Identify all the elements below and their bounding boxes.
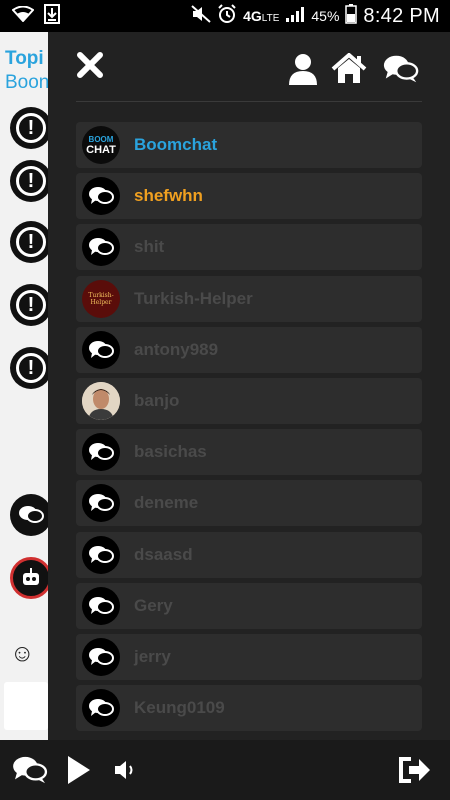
- bot-avatar-icon: [10, 557, 52, 599]
- chat-bubbles-icon[interactable]: [10, 752, 50, 788]
- chat-bubbles-icon: [10, 494, 52, 536]
- turkish-helper-logo-icon: Turkish-Helper: [82, 280, 120, 318]
- user-list-item[interactable]: Keung0109: [76, 685, 422, 731]
- battery-percent: 45%: [311, 8, 340, 24]
- user-name: dsaasd: [134, 545, 193, 564]
- user-list-item[interactable]: shit: [76, 224, 422, 270]
- battery-icon: [345, 4, 358, 28]
- user-name: banjo: [134, 391, 180, 410]
- home-icon[interactable]: [330, 52, 368, 86]
- clock: 8:42 PM: [363, 4, 440, 27]
- logo-text: CHAT: [86, 143, 116, 156]
- user-list-item[interactable]: dsaasd: [76, 532, 422, 578]
- chat-bubbles-icon: [82, 228, 120, 266]
- close-icon[interactable]: [76, 50, 106, 84]
- user-name: Keung0109: [134, 698, 225, 717]
- status-bar: 4GLTE 45% 8:42 PM: [0, 0, 450, 32]
- header-divider: [76, 101, 422, 102]
- user-name: Gery: [134, 596, 173, 615]
- chat-bubbles-icon: [82, 689, 120, 727]
- wifi-icon: [11, 5, 35, 26]
- user-name: antony989: [134, 340, 219, 359]
- chat-bubbles-icon: [82, 638, 120, 676]
- alert-icon: !: [10, 221, 52, 263]
- user-list-item[interactable]: antony989: [76, 327, 422, 373]
- user-name: shit: [134, 237, 165, 256]
- user-icon[interactable]: [284, 52, 322, 86]
- user-list-item[interactable]: deneme: [76, 480, 422, 526]
- alert-icon: !: [10, 160, 52, 202]
- alert-icon: !: [10, 107, 52, 149]
- user-list-item[interactable]: basichas: [76, 429, 422, 475]
- emoji-icon[interactable]: ☺: [10, 640, 35, 668]
- signal-icon: [285, 5, 305, 27]
- user-list-item[interactable]: Turkish-Helper Turkish-Helper: [76, 276, 422, 322]
- bottom-toolbar: [0, 740, 450, 800]
- chat-bubbles-icon: [82, 177, 120, 215]
- topic-label: Topi: [5, 48, 44, 69]
- boomchat-logo-icon: BOOM CHAT: [82, 126, 120, 164]
- mute-icon: [191, 5, 211, 27]
- user-photo-avatar: [82, 382, 120, 420]
- user-name: Boomchat: [134, 135, 218, 154]
- download-icon: [44, 4, 60, 28]
- alert-icon: !: [10, 347, 52, 389]
- alert-icon: !: [10, 284, 52, 326]
- user-list-item[interactable]: jerry: [76, 634, 422, 680]
- chat-bubbles-icon: [82, 536, 120, 574]
- logout-icon[interactable]: [396, 752, 432, 788]
- drawer-header: [48, 32, 450, 102]
- message-input[interactable]: [4, 682, 48, 730]
- logo-text: BOOM: [88, 134, 114, 144]
- user-name: jerry: [134, 647, 171, 666]
- logo-text: Turkish-Helper: [88, 292, 114, 306]
- network-label: 4GLTE: [243, 8, 280, 24]
- user-name: shefwhn: [134, 186, 203, 205]
- user-name: Turkish-Helper: [134, 289, 253, 308]
- user-list-item[interactable]: banjo: [76, 378, 422, 424]
- user-name: deneme: [134, 493, 199, 512]
- chat-bubbles-icon[interactable]: [382, 52, 420, 86]
- chat-bubbles-icon: [82, 484, 120, 522]
- user-list-item[interactable]: Gery: [76, 583, 422, 629]
- alarm-icon: [217, 4, 237, 28]
- user-list-item[interactable]: shefwhn: [76, 173, 422, 219]
- chat-bubbles-icon: [82, 331, 120, 369]
- volume-icon[interactable]: [112, 752, 140, 788]
- play-icon[interactable]: [64, 752, 94, 788]
- user-drawer: BOOM CHAT Boomchat shefwhn shit Turkish-Helpe…: [48, 32, 450, 740]
- user-name: basichas: [134, 442, 207, 461]
- user-list-item[interactable]: BOOM CHAT Boomchat: [76, 122, 422, 168]
- topic-subtitle: Boon: [5, 72, 50, 93]
- screen: 4GLTE 45% 8:42 PM Topi Boon ! ! ! ! ! ☺: [0, 0, 450, 800]
- chat-bubbles-icon: [82, 433, 120, 471]
- chat-bubbles-icon: [82, 587, 120, 625]
